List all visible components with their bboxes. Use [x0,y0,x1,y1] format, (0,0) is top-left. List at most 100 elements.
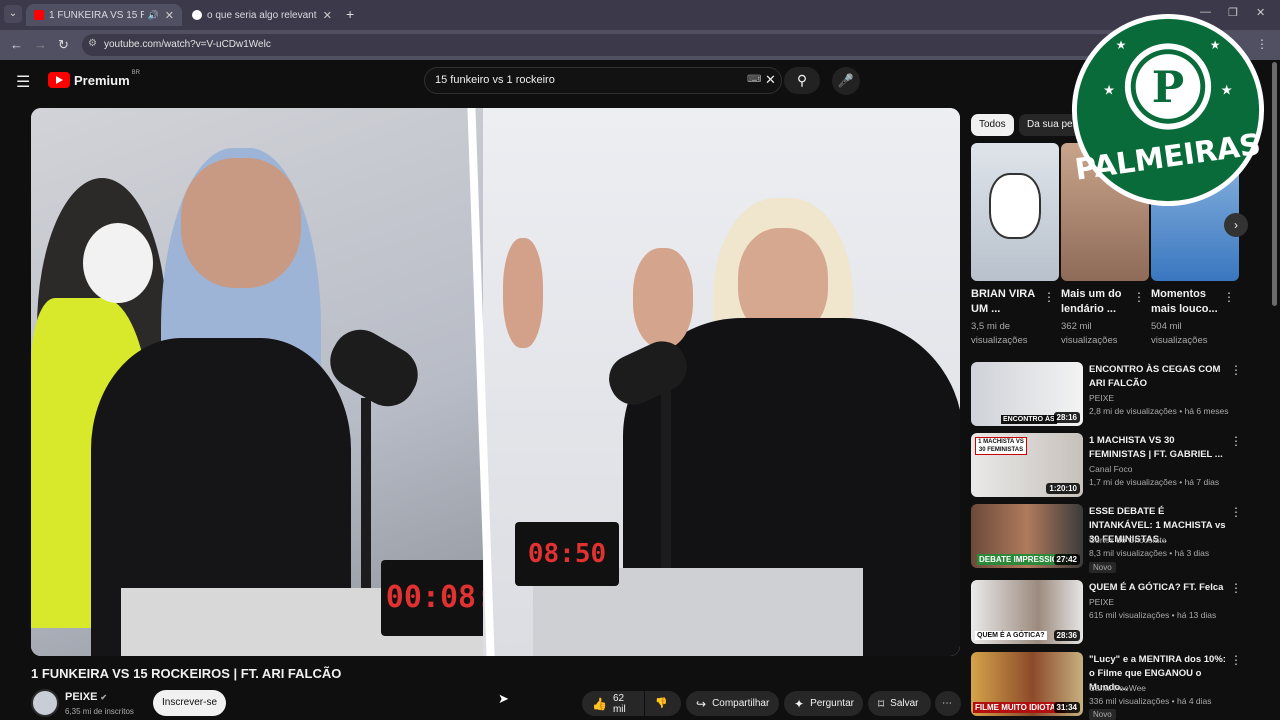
raised-hand [633,248,693,348]
share-button[interactable]: ↪ Compartilhar [686,691,779,716]
google-favicon-icon [192,10,202,20]
video-thumbnail[interactable]: FILME MUITO IDIOTA?! 31:34 [971,652,1083,716]
short-thumbnail[interactable] [971,143,1059,281]
bookmark-icon: ⌑ [878,696,885,711]
back-icon[interactable]: ← [10,37,23,52]
scrollbar[interactable] [1272,62,1277,306]
svg-text:★: ★ [1116,39,1127,52]
mouse-cursor-icon: ➤ [498,691,509,706]
close-icon[interactable]: ✕ [323,9,332,22]
svg-text:★: ★ [1103,82,1115,97]
thumbs-up-icon: 👍 [592,696,607,711]
site-info-icon[interactable]: ⚙ [88,38,97,49]
video-title-link[interactable]: ENCONTRO ÀS CEGAS COM ARI FALCÃO [1089,363,1227,391]
dislike-button[interactable]: 👎 [645,691,681,716]
reload-icon[interactable]: ↻ [58,37,69,53]
logo-region: BR [131,70,140,76]
subscribe-button[interactable]: Inscrever-se [153,690,226,716]
video-meta: 615 mil visualizações • há 13 dias [1089,610,1217,620]
ask-button[interactable]: ✦ Perguntar [784,691,863,716]
like-button[interactable]: 👍 62 mil [582,691,644,716]
like-count: 62 mil [612,692,626,715]
video-player[interactable]: 00:08:5 08:50 [31,108,960,656]
thumbnail-text: ENCONTRO ÀS [1001,415,1057,424]
thumbnail-text: 1 MACHISTA VS 30 FEMINISTAS [975,437,1027,455]
svg-text:★: ★ [1210,39,1221,52]
video-meta: 336 mil visualizações • há 4 dias [1089,696,1212,706]
mic-stand [361,398,371,608]
short-title[interactable]: BRIAN VIRA UM ... [971,287,1041,317]
close-icon[interactable]: ✕ [165,9,174,22]
forward-icon[interactable]: → [34,37,47,52]
video-meta: 2,8 mi de visualizações • há 6 meses [1089,406,1229,416]
tab-google[interactable]: o que seria algo relevante - Pes ✕ [184,4,340,26]
sparkle-icon: ✦ [794,696,805,711]
channel-name[interactable]: PEIXE [1089,393,1114,403]
short-menu-icon[interactable]: ⋮ [1223,290,1235,304]
short-views: 504 mil visualizações [1151,321,1208,346]
short-title[interactable]: Momentos mais louco... [1151,287,1221,317]
channel-avatar[interactable] [31,689,59,717]
subscriber-count: 6,35 mi de inscritos [65,707,134,716]
share-label: Compartilhar [712,698,770,709]
search-query: 15 funkeiro vs 1 rockeiro [435,74,555,86]
video-thumbnail[interactable]: ENCONTRO ÀS 28:16 [971,362,1083,426]
search-button[interactable]: ⚲ [784,67,820,94]
youtube-play-icon [48,72,70,88]
more-actions-button[interactable]: ⋯ [935,691,961,716]
video-thumbnail[interactable]: 1 MACHISTA VS 30 FEMINISTAS 1:20:10 [971,433,1083,497]
video-thumbnail[interactable]: DEBATE IMPRESSIONA 27:42 [971,504,1083,568]
logo-text: Premium [74,72,130,88]
channel-name: PEIXE [65,691,98,703]
channel-name[interactable]: Canal PeeWee [1089,683,1146,693]
channel-name-row[interactable]: PEIXE ✔ [65,691,107,703]
keyboard-icon[interactable]: ⌨ [747,74,761,85]
video-title: 1 FUNKEIRA VS 15 ROCKEIROS | FT. ARI FAL… [31,666,342,681]
speaker-icon[interactable]: 🔊 [148,10,159,21]
clear-search-icon[interactable]: ✕ [765,72,776,88]
duration-badge: 1:20:10 [1046,483,1080,494]
youtube-logo[interactable]: Premium BR [48,70,140,88]
video-thumbnail[interactable]: QUEM É A GÓTICA? 28:36 [971,580,1083,644]
duration-badge: 28:16 [1053,412,1080,423]
channel-name[interactable]: Canal Foco [1089,464,1132,474]
share-icon: ↪ [696,696,707,711]
search-input[interactable]: 15 funkeiro vs 1 rockeiro ⌨ ✕ [424,67,782,94]
short-menu-icon[interactable]: ⋮ [1043,290,1055,304]
duration-badge: 31:34 [1053,702,1080,713]
video-menu-icon[interactable]: ⋮ [1230,653,1242,667]
verified-icon: ✔ [100,693,108,702]
palmeiras-crest-logo: P ★ ★ ★ ★ PALMEIRAS [1071,13,1265,207]
ask-label: Perguntar [810,698,854,709]
short-views: 362 mil visualizações [1061,321,1118,346]
voice-search-button[interactable]: 🎤 [832,67,860,95]
save-button[interactable]: ⌑ Salvar [868,691,931,716]
short-views: 3,5 mi de visualizações [971,321,1028,346]
chip-all[interactable]: Todos [971,114,1014,136]
svg-text:★: ★ [1221,82,1233,97]
url-field[interactable]: ⚙ youtube.com/watch?v=V-uCDw1Welc [82,34,1232,56]
svg-text:P: P [1152,63,1184,113]
menu-icon[interactable]: ☰ [16,72,30,92]
tab-title: o que seria algo relevante - Pes [207,9,317,21]
tab-search-button[interactable]: ⌄ [4,5,22,23]
video-menu-icon[interactable]: ⋮ [1230,434,1242,448]
painted-face [83,223,153,303]
video-menu-icon[interactable]: ⋮ [1230,505,1242,519]
video-title-link[interactable]: QUEM É A GÓTICA? FT. Felca [1089,581,1227,595]
chevron-right-icon[interactable]: › [1224,213,1248,237]
new-badge: Novo [1089,709,1116,720]
video-menu-icon[interactable]: ⋮ [1230,581,1242,595]
new-tab-icon[interactable]: + [346,6,354,22]
cartoon-dog [989,173,1041,239]
video-menu-icon[interactable]: ⋮ [1230,363,1242,377]
short-title[interactable]: Mais um do lendário ... [1061,287,1131,317]
new-badge: Novo [1089,562,1116,573]
channel-name[interactable]: Cortes do Chocolate [1089,535,1167,545]
video-title-link[interactable]: 1 MACHISTA VS 30 FEMINISTAS | FT. GABRIE… [1089,434,1227,462]
thumbnail-text: QUEM É A GÓTICA? [975,631,1047,640]
short-menu-icon[interactable]: ⋮ [1133,290,1145,304]
video-frame-left: 00:08:5 [31,108,517,656]
tab-youtube[interactable]: 1 FUNKEIRA VS 15 ROCKEIRO 🔊 ✕ [26,4,182,26]
channel-name[interactable]: PEIXE [1089,597,1114,607]
